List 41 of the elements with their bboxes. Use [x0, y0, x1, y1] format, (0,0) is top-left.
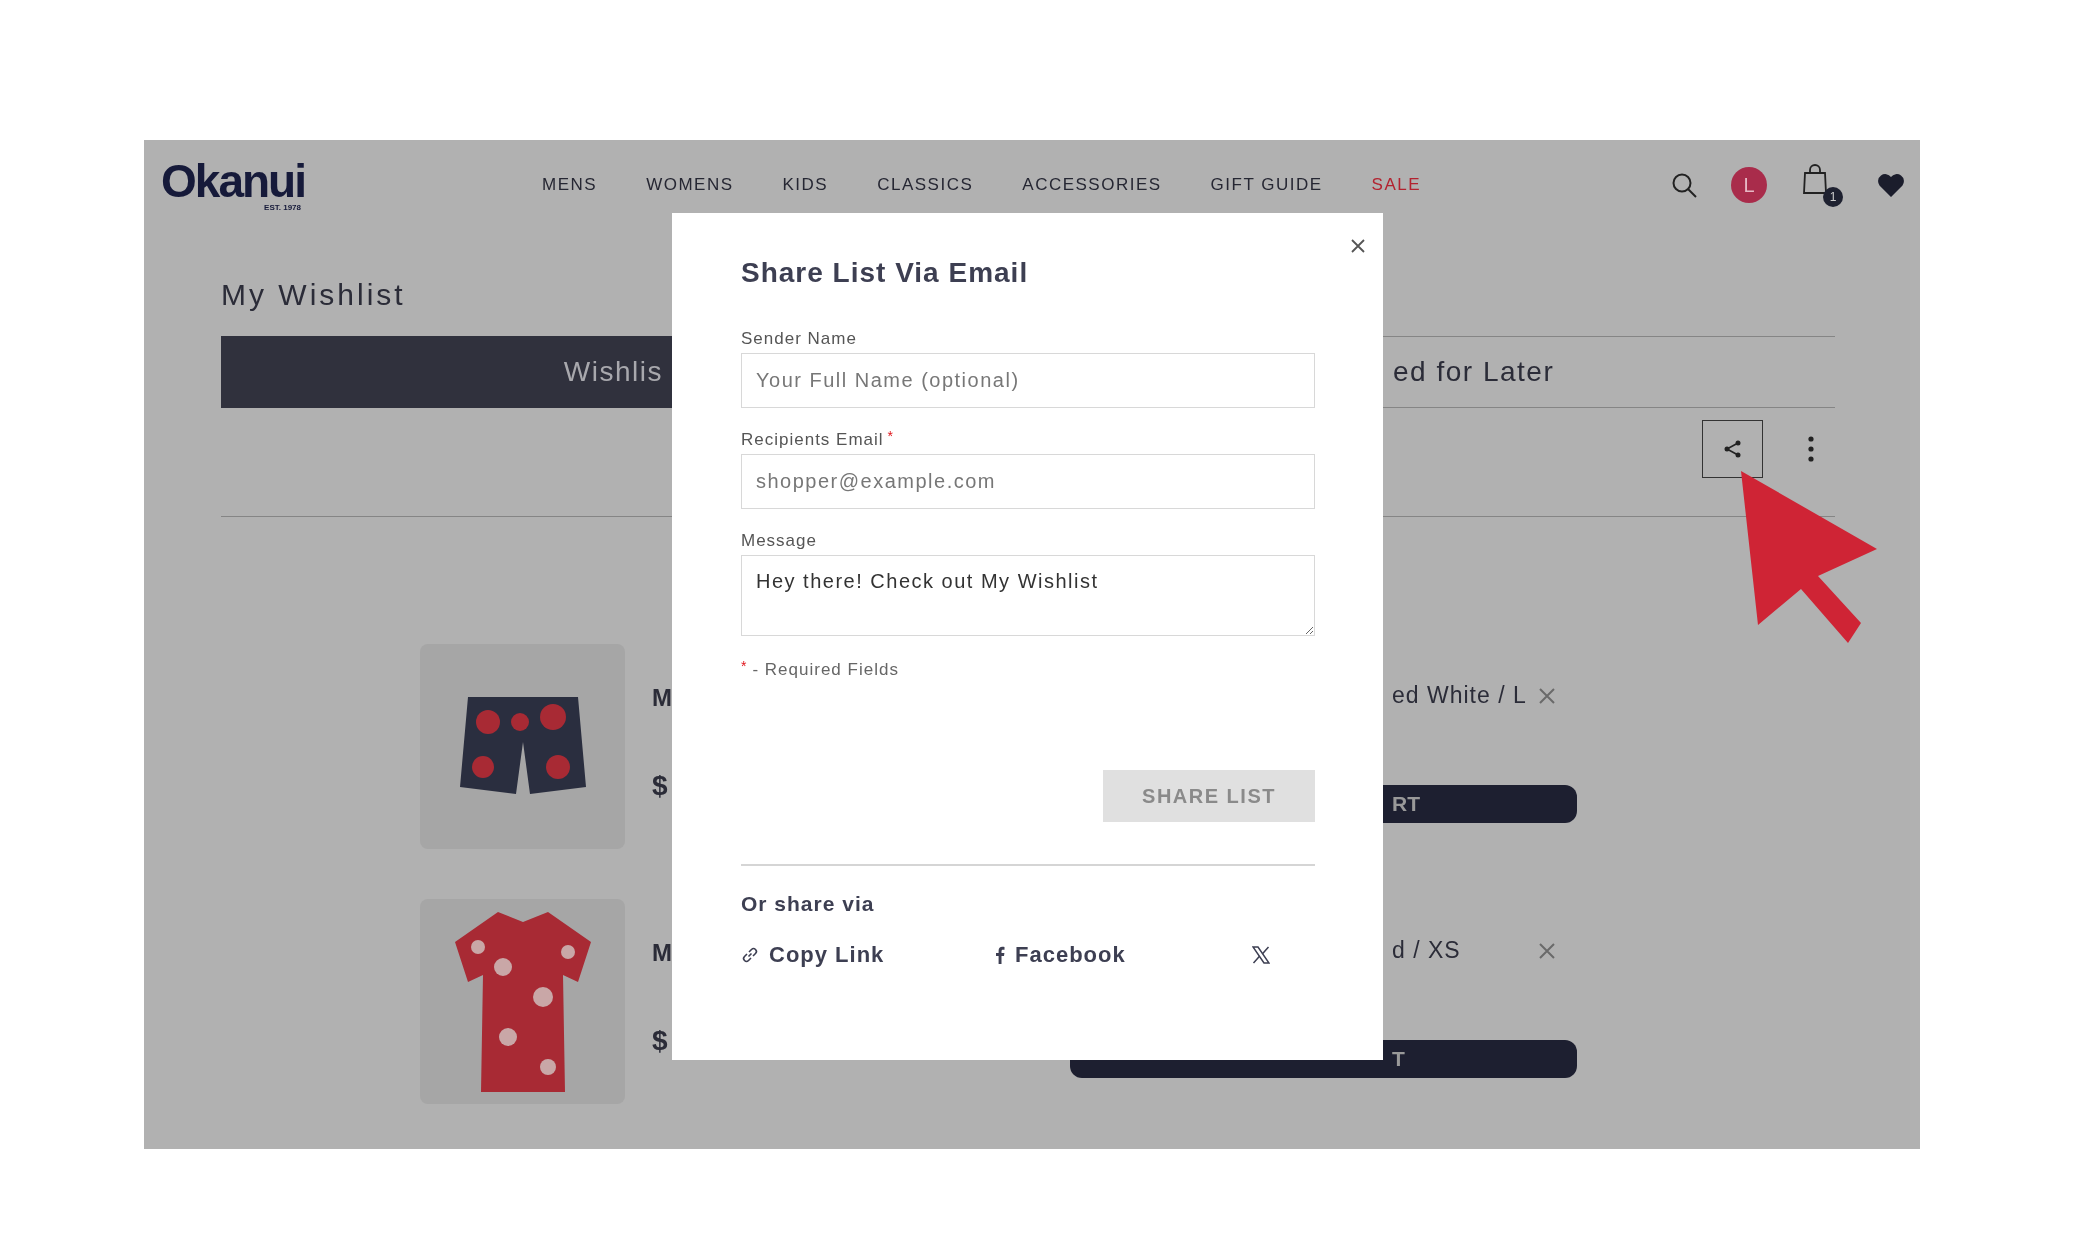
- nav-link[interactable]: WOMENS: [646, 175, 734, 195]
- product-variant: d / XS: [1392, 937, 1462, 964]
- required-note: - Required Fields: [752, 660, 899, 680]
- facebook-icon: [995, 946, 1005, 964]
- share-via-heading: Or share via: [741, 892, 876, 916]
- input-field[interactable]: Your Full Name (optional): [741, 353, 1315, 408]
- share-link[interactable]: [1252, 946, 1270, 964]
- account-avatar[interactable]: L: [1731, 167, 1767, 203]
- product-name[interactable]: M: [652, 684, 672, 712]
- remove-icon[interactable]: [1539, 687, 1555, 704]
- product-image[interactable]: [420, 899, 625, 1104]
- link-icon: [741, 946, 759, 964]
- product-name[interactable]: M: [652, 939, 672, 967]
- field-label: Recipients Email: [741, 430, 884, 450]
- required-mark: *: [887, 430, 894, 442]
- field-label: Message: [741, 531, 817, 551]
- page-title: My Wishlist: [221, 278, 407, 312]
- brand-logo[interactable]: Okanui EST. 1978: [150, 158, 305, 212]
- more-options-icon[interactable]: [1807, 436, 1815, 462]
- product-price: $: [652, 770, 668, 802]
- input-field[interactable]: shopper@example.com: [741, 454, 1315, 509]
- dialog-title: Share List Via Email: [741, 257, 1030, 289]
- message-field[interactable]: Hey there! Check out My Wishlist: [741, 555, 1315, 636]
- nav-link[interactable]: MENS: [542, 175, 598, 195]
- product-price: $: [652, 1025, 668, 1057]
- nav-link[interactable]: CLASSICS: [877, 175, 974, 195]
- x-logo-icon: [1252, 946, 1270, 964]
- nav-link[interactable]: KIDS: [782, 175, 829, 195]
- product-variant: ed White / L: [1392, 682, 1527, 709]
- heart-icon[interactable]: [1877, 172, 1905, 198]
- search-icon[interactable]: [1671, 172, 1697, 198]
- cart-count-badge: 1: [1823, 187, 1843, 207]
- required-mark: *: [741, 660, 747, 672]
- nav-link[interactable]: ACCESSORIES: [1022, 175, 1162, 195]
- remove-icon[interactable]: [1539, 942, 1555, 959]
- product-image[interactable]: [420, 644, 625, 849]
- close-icon[interactable]: [1350, 238, 1366, 254]
- cart-button[interactable]: 1: [1801, 163, 1843, 207]
- share-link[interactable]: Facebook: [995, 942, 1252, 968]
- share-link[interactable]: Copy Link: [741, 942, 995, 968]
- nav-link[interactable]: GIFT GUIDE: [1210, 175, 1323, 195]
